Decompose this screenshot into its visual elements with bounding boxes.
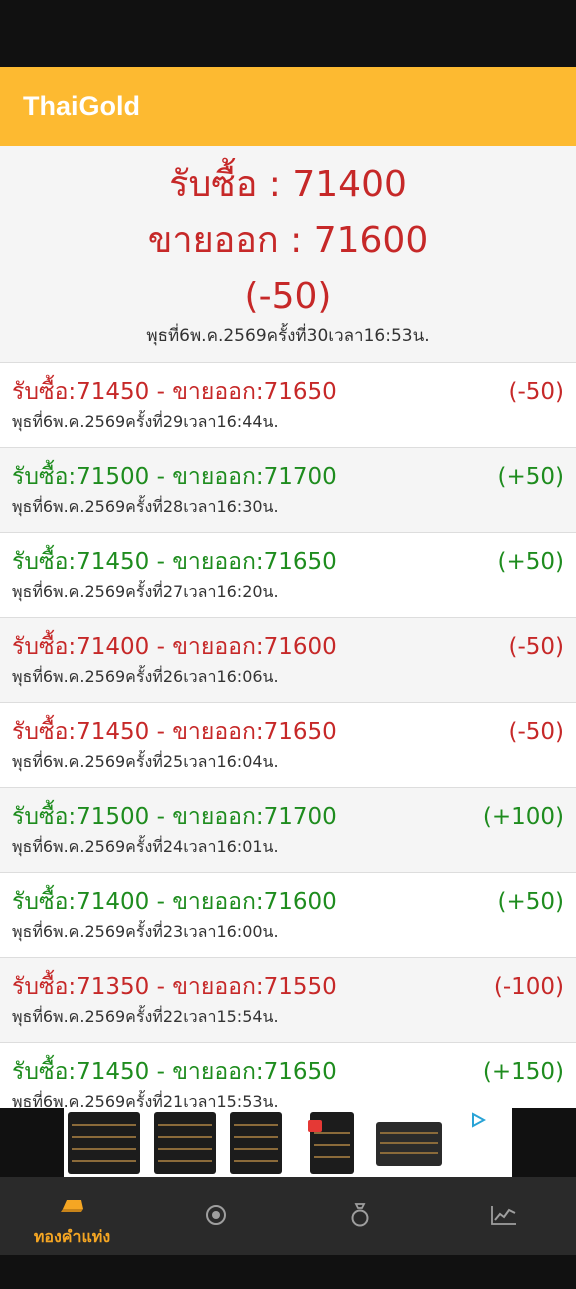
history-row[interactable]: รับซื้อ:71450 - ขายออก:71650 (+150) พุธท… — [0, 1043, 576, 1108]
nav-tab-ornament[interactable] — [144, 1177, 288, 1255]
latest-change: (-50) — [244, 276, 332, 317]
nav-label-gold-bar: ทองคำแท่ง — [33, 1227, 111, 1246]
history-change: (-50) — [508, 719, 564, 745]
status-bar — [0, 0, 576, 67]
history-change: (+50) — [497, 464, 564, 490]
app-title: ThaiGold — [23, 91, 140, 121]
latest-sell-price: ขายออก : 71600 — [147, 220, 429, 261]
price-list[interactable]: รับซื้อ : 71400 ขายออก : 71600 (-50) พุธ… — [0, 146, 576, 1108]
app-bar: ThaiGold — [0, 67, 576, 146]
history-price: รับซื้อ:71450 - ขายออก:71650 — [12, 379, 337, 405]
history-price: รับซื้อ:71450 - ขายออก:71650 — [12, 549, 337, 575]
history-time: พุธที่6พ.ค.2569ครั้งที่28เวลา16:30น. — [12, 497, 279, 516]
history-row[interactable]: รับซื้อ:71400 - ขายออก:71600 (+50) พุธที… — [0, 873, 576, 958]
history-price: รับซื้อ:71500 - ขายออก:71700 — [12, 464, 337, 490]
latest-timestamp: พุธที่6พ.ค.2569ครั้งที่30เวลา16:53น. — [146, 326, 430, 346]
history-row[interactable]: รับซื้อ:71450 - ขายออก:71650 (-50) พุธที… — [0, 363, 576, 448]
wine-fridge-image — [68, 1112, 140, 1174]
history-price: รับซื้อ:71350 - ขายออก:71550 — [12, 974, 337, 1000]
history-change: (+50) — [497, 549, 564, 575]
history-change: (+100) — [482, 804, 564, 830]
history-row[interactable]: รับซื้อ:71400 - ขายออก:71600 (-50) พุธที… — [0, 618, 576, 703]
history-time: พุธที่6พ.ค.2569ครั้งที่21เวลา15:53น. — [12, 1092, 279, 1109]
history-price: รับซื้อ:71450 - ขายออก:71650 — [12, 719, 337, 745]
latest-buy-price: รับซื้อ : 71400 — [169, 164, 407, 205]
nav-tab-gold-bar[interactable]: ทองคำแท่ง — [0, 1177, 144, 1255]
ad-banner[interactable] — [0, 1108, 576, 1177]
system-navigation-bar — [0, 1255, 576, 1289]
ad-image[interactable] — [64, 1108, 512, 1177]
history-time: พุธที่6พ.ค.2569ครั้งที่25เวลา16:04น. — [12, 752, 279, 771]
history-change: (+50) — [497, 889, 564, 915]
history-time: พุธที่6พ.ค.2569ครั้งที่23เวลา16:00น. — [12, 922, 279, 941]
history-price: รับซื้อ:71450 - ขายออก:71650 — [12, 1059, 337, 1085]
history-row[interactable]: รับซื้อ:71450 - ขายออก:71650 (-50) พุธที… — [0, 703, 576, 788]
chart-icon — [490, 1204, 518, 1230]
history-price: รับซื้อ:71500 - ขายออก:71700 — [12, 804, 337, 830]
history-row[interactable]: รับซื้อ:71350 - ขายออก:71550 (-100) พุธท… — [0, 958, 576, 1043]
target-icon — [205, 1204, 227, 1230]
history-price: รับซื้อ:71400 - ขายออก:71600 — [12, 889, 337, 915]
wine-fridge-image — [230, 1112, 282, 1174]
history-time: พุธที่6พ.ค.2569ครั้งที่24เวลา16:01น. — [12, 837, 279, 856]
history-change: (-100) — [493, 974, 564, 1000]
nav-tab-jewelry[interactable] — [288, 1177, 432, 1255]
gold-bar-icon — [59, 1195, 85, 1219]
history-change: (-50) — [508, 379, 564, 405]
history-time: พุธที่6พ.ค.2569ครั้งที่27เวลา16:20น. — [12, 582, 279, 601]
history-time: พุธที่6พ.ค.2569ครั้งที่22เวลา15:54น. — [12, 1007, 279, 1026]
history-price: รับซื้อ:71400 - ขายออก:71600 — [12, 634, 337, 660]
history-change: (-50) — [508, 634, 564, 660]
nav-tab-chart[interactable] — [432, 1177, 576, 1255]
wine-fridge-image — [376, 1122, 442, 1166]
latest-price-card: รับซื้อ : 71400 ขายออก : 71600 (-50) พุธ… — [0, 146, 576, 363]
history-row[interactable]: รับซื้อ:71500 - ขายออก:71700 (+50) พุธที… — [0, 448, 576, 533]
history-row[interactable]: รับซื้อ:71500 - ขายออก:71700 (+100) พุธท… — [0, 788, 576, 873]
ad-choices-icon[interactable] — [470, 1112, 487, 1132]
bottom-navigation: ทองคำแท่ง — [0, 1177, 576, 1255]
sale-tag-icon — [308, 1120, 322, 1132]
wine-fridge-image — [154, 1112, 216, 1174]
history-time: พุธที่6พ.ค.2569ครั้งที่26เวลา16:06น. — [12, 667, 279, 686]
history-row[interactable]: รับซื้อ:71450 - ขายออก:71650 (+50) พุธที… — [0, 533, 576, 618]
ring-icon — [349, 1202, 371, 1232]
history-change: (+150) — [482, 1059, 564, 1085]
history-time: พุธที่6พ.ค.2569ครั้งที่29เวลา16:44น. — [12, 412, 279, 431]
